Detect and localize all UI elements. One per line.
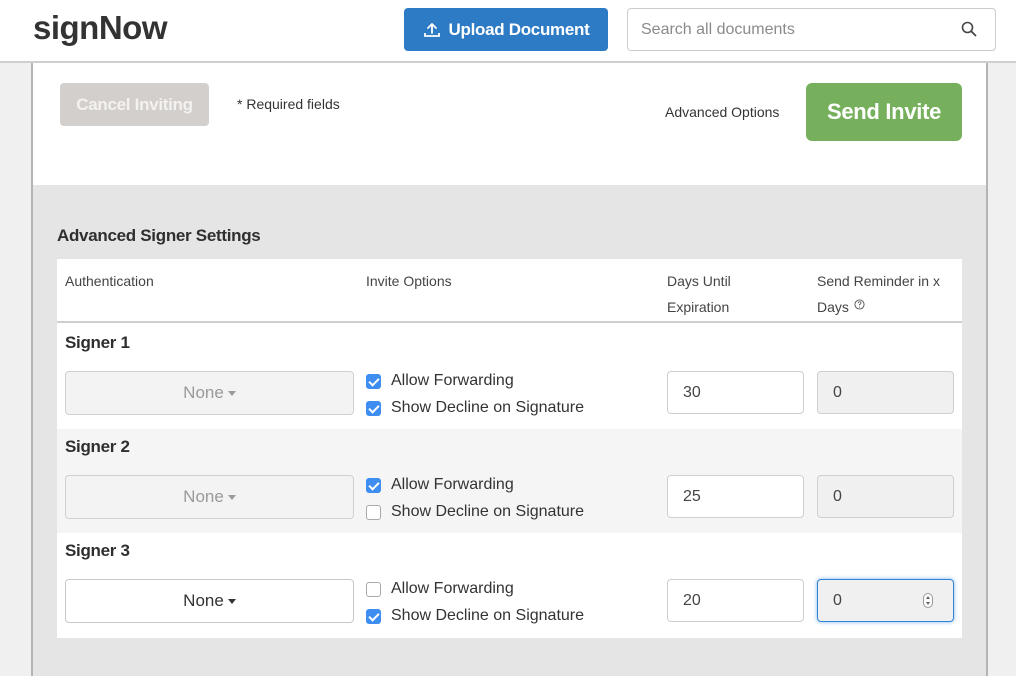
invite-panel: Cancel Inviting * Required fields Advanc… bbox=[31, 63, 988, 676]
show-decline-checkbox[interactable] bbox=[366, 504, 381, 520]
column-header-invite-options: Invite Options bbox=[366, 273, 452, 289]
days-until-expiration-input[interactable] bbox=[667, 371, 804, 414]
signer-label: Signer 2 bbox=[65, 437, 130, 456]
caret-down-icon bbox=[227, 494, 236, 500]
signer-settings-table: Authentication Invite Options Days Until… bbox=[57, 259, 962, 638]
allow-forwarding-label: Allow Forwarding bbox=[391, 476, 514, 493]
show-decline-option[interactable]: Show Decline on Signature bbox=[366, 399, 584, 417]
show-decline-checkbox[interactable] bbox=[366, 608, 381, 624]
help-circle-icon[interactable] bbox=[854, 299, 865, 310]
column-header-days-until-expiration: Days Until Expiration bbox=[667, 273, 731, 315]
signer-label: Signer 3 bbox=[65, 541, 130, 560]
allow-forwarding-checkbox[interactable] bbox=[366, 477, 381, 493]
required-fields-note: * Required fields bbox=[237, 96, 340, 112]
reminder-days-input[interactable] bbox=[817, 579, 954, 622]
search-icon[interactable] bbox=[961, 21, 977, 37]
authentication-value: None bbox=[183, 383, 224, 402]
app-logo[interactable]: signNow bbox=[33, 9, 168, 47]
signer-row: Signer 2 None Allow Forwarding Show Decl… bbox=[57, 429, 962, 533]
cancel-inviting-button[interactable]: Cancel Inviting bbox=[60, 83, 209, 126]
upload-document-label: Upload Document bbox=[448, 19, 590, 39]
advanced-options-link[interactable]: Advanced Options bbox=[665, 104, 779, 120]
allow-forwarding-label: Allow Forwarding bbox=[391, 372, 514, 389]
authentication-dropdown[interactable]: None bbox=[65, 371, 354, 415]
authentication-dropdown[interactable]: None bbox=[65, 579, 354, 623]
action-bar: Cancel Inviting * Required fields Advanc… bbox=[33, 63, 986, 185]
show-decline-label: Show Decline on Signature bbox=[391, 607, 585, 624]
reminder-days-input[interactable] bbox=[817, 371, 954, 414]
days-until-expiration-input[interactable] bbox=[667, 579, 804, 622]
number-spinner-icon[interactable] bbox=[923, 593, 933, 608]
show-decline-checkbox[interactable] bbox=[366, 400, 381, 416]
authentication-dropdown[interactable]: None bbox=[65, 475, 354, 519]
table-header: Authentication Invite Options Days Until… bbox=[57, 259, 962, 323]
search-input[interactable] bbox=[628, 9, 995, 50]
authentication-value: None bbox=[183, 591, 224, 610]
allow-forwarding-option[interactable]: Allow Forwarding bbox=[366, 372, 514, 390]
caret-down-icon bbox=[227, 390, 236, 396]
upload-document-button[interactable]: Upload Document bbox=[404, 8, 608, 51]
show-decline-option[interactable]: Show Decline on Signature bbox=[366, 503, 584, 521]
allow-forwarding-option[interactable]: Allow Forwarding bbox=[366, 580, 514, 598]
column-header-send-reminder: Send Reminder in x Days bbox=[817, 268, 957, 320]
section-title: Advanced Signer Settings bbox=[57, 226, 261, 245]
column-header-send-reminder-label: Send Reminder in x Days bbox=[817, 273, 940, 315]
allow-forwarding-checkbox[interactable] bbox=[366, 373, 381, 389]
authentication-value: None bbox=[183, 487, 224, 506]
show-decline-label: Show Decline on Signature bbox=[391, 503, 585, 520]
days-until-expiration-input[interactable] bbox=[667, 475, 804, 518]
show-decline-option[interactable]: Show Decline on Signature bbox=[366, 607, 584, 625]
allow-forwarding-checkbox[interactable] bbox=[366, 581, 381, 597]
show-decline-label: Show Decline on Signature bbox=[391, 399, 585, 416]
upload-icon bbox=[423, 22, 440, 37]
caret-down-icon bbox=[227, 598, 236, 604]
reminder-days-input[interactable] bbox=[817, 475, 954, 518]
allow-forwarding-label: Allow Forwarding bbox=[391, 580, 514, 597]
column-header-authentication: Authentication bbox=[65, 273, 154, 289]
send-invite-button[interactable]: Send Invite bbox=[806, 83, 962, 141]
search-box bbox=[627, 8, 996, 51]
allow-forwarding-option[interactable]: Allow Forwarding bbox=[366, 476, 514, 494]
signer-row: Signer 1 None Allow Forwarding Show Decl… bbox=[57, 325, 962, 429]
signer-row: Signer 3 None Allow Forwarding Show Decl… bbox=[57, 533, 962, 638]
top-header: signNow Upload Document bbox=[0, 0, 1016, 63]
signer-label: Signer 1 bbox=[65, 333, 130, 352]
